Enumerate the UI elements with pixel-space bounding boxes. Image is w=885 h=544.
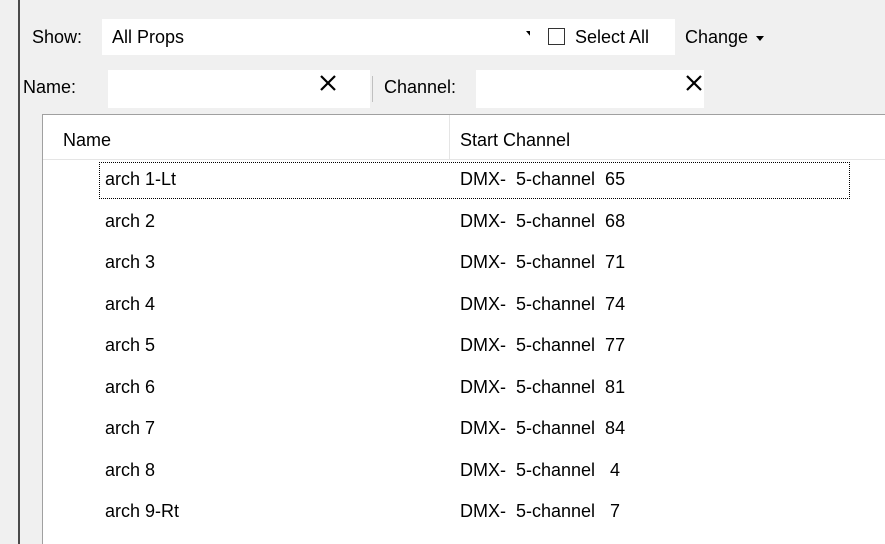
cell-prop-name: arch 3 — [105, 252, 156, 272]
clear-channel-filter-icon[interactable] — [684, 73, 704, 93]
cell-start-channel: DMX- 5-channel 84 — [460, 418, 626, 438]
props-table: Name Start Channel arch 1-Lt DMX- 5-chann… — [42, 114, 885, 544]
select-all-label: Select All — [575, 27, 650, 47]
channel-filter-input[interactable] — [476, 70, 704, 108]
cell-prop-name: arch 1-Lt — [105, 169, 177, 189]
table-body: arch 1-Lt DMX- 5-channel 65 arch 2 DMX- 5-c… — [43, 160, 885, 534]
table-row[interactable]: arch 5 DMX- 5-channel 77 — [43, 326, 885, 368]
cell-prop-name: arch 6 — [105, 376, 156, 397]
cell-prop-name: arch 7 — [105, 418, 156, 438]
name-filter-label: Name: — [23, 77, 77, 97]
show-label: Show: — [32, 27, 83, 47]
cell-prop-name: arch 8 — [105, 459, 156, 480]
cell-start-channel: DMX- 5-channel 7 — [460, 501, 621, 521]
channel-filter-label: Channel: — [384, 77, 457, 97]
column-header-name[interactable]: Name — [63, 130, 111, 151]
cell-prop-name: arch 2 — [105, 210, 156, 231]
table-header: Name Start Channel — [43, 115, 885, 160]
cell-start-channel: DMX- 5-channel 65 — [460, 169, 626, 189]
cell-start-channel: DMX- 5-channel 74 — [460, 293, 626, 314]
show-dropdown-value: All Props — [112, 27, 185, 47]
filter-divider — [372, 76, 373, 102]
cell-start-channel: DMX- 5-channel 4 — [460, 459, 621, 480]
change-menu-label: Change — [685, 27, 749, 47]
change-menu-button[interactable]: Change — [685, 27, 765, 48]
column-header-start-channel[interactable]: Start Channel — [460, 130, 570, 151]
cell-start-channel: DMX- 5-channel 71 — [460, 252, 626, 272]
table-row[interactable]: arch 1-Lt DMX- 5-channel 65 — [43, 160, 885, 202]
filter-bar: Name: Channel: — [20, 64, 885, 114]
select-all-checkbox[interactable] — [548, 28, 565, 45]
cell-prop-name: arch 4 — [105, 293, 156, 314]
cell-start-channel: DMX- 5-channel 81 — [460, 376, 626, 397]
select-all-control[interactable]: Select All — [530, 19, 675, 55]
clear-name-filter-icon[interactable] — [318, 73, 338, 93]
cell-start-channel: DMX- 5-channel 68 — [460, 210, 626, 231]
show-toolbar: Show: All Props Select All Change — [20, 10, 885, 64]
table-row[interactable]: arch 9-Rt DMX- 5-channel 7 — [43, 492, 885, 534]
show-dropdown[interactable]: All Props — [102, 19, 540, 55]
table-row[interactable]: arch 3 DMX- 5-channel 71 — [43, 243, 885, 285]
cell-prop-name: arch 5 — [105, 335, 156, 355]
cell-start-channel: DMX- 5-channel 77 — [460, 335, 626, 355]
table-row[interactable]: arch 7 DMX- 5-channel 84 — [43, 409, 885, 451]
chevron-down-icon — [756, 35, 765, 41]
props-window: Show: All Props Select All Change Name: … — [0, 0, 885, 544]
table-row[interactable]: arch 6 DMX- 5-channel 81 — [43, 368, 885, 410]
table-row[interactable]: arch 2 DMX- 5-channel 68 — [43, 202, 885, 244]
column-separator[interactable] — [449, 115, 450, 159]
cell-prop-name: arch 9-Rt — [105, 501, 180, 521]
table-row[interactable]: arch 8 DMX- 5-channel 4 — [43, 451, 885, 493]
table-row[interactable]: arch 4 DMX- 5-channel 74 — [43, 285, 885, 327]
